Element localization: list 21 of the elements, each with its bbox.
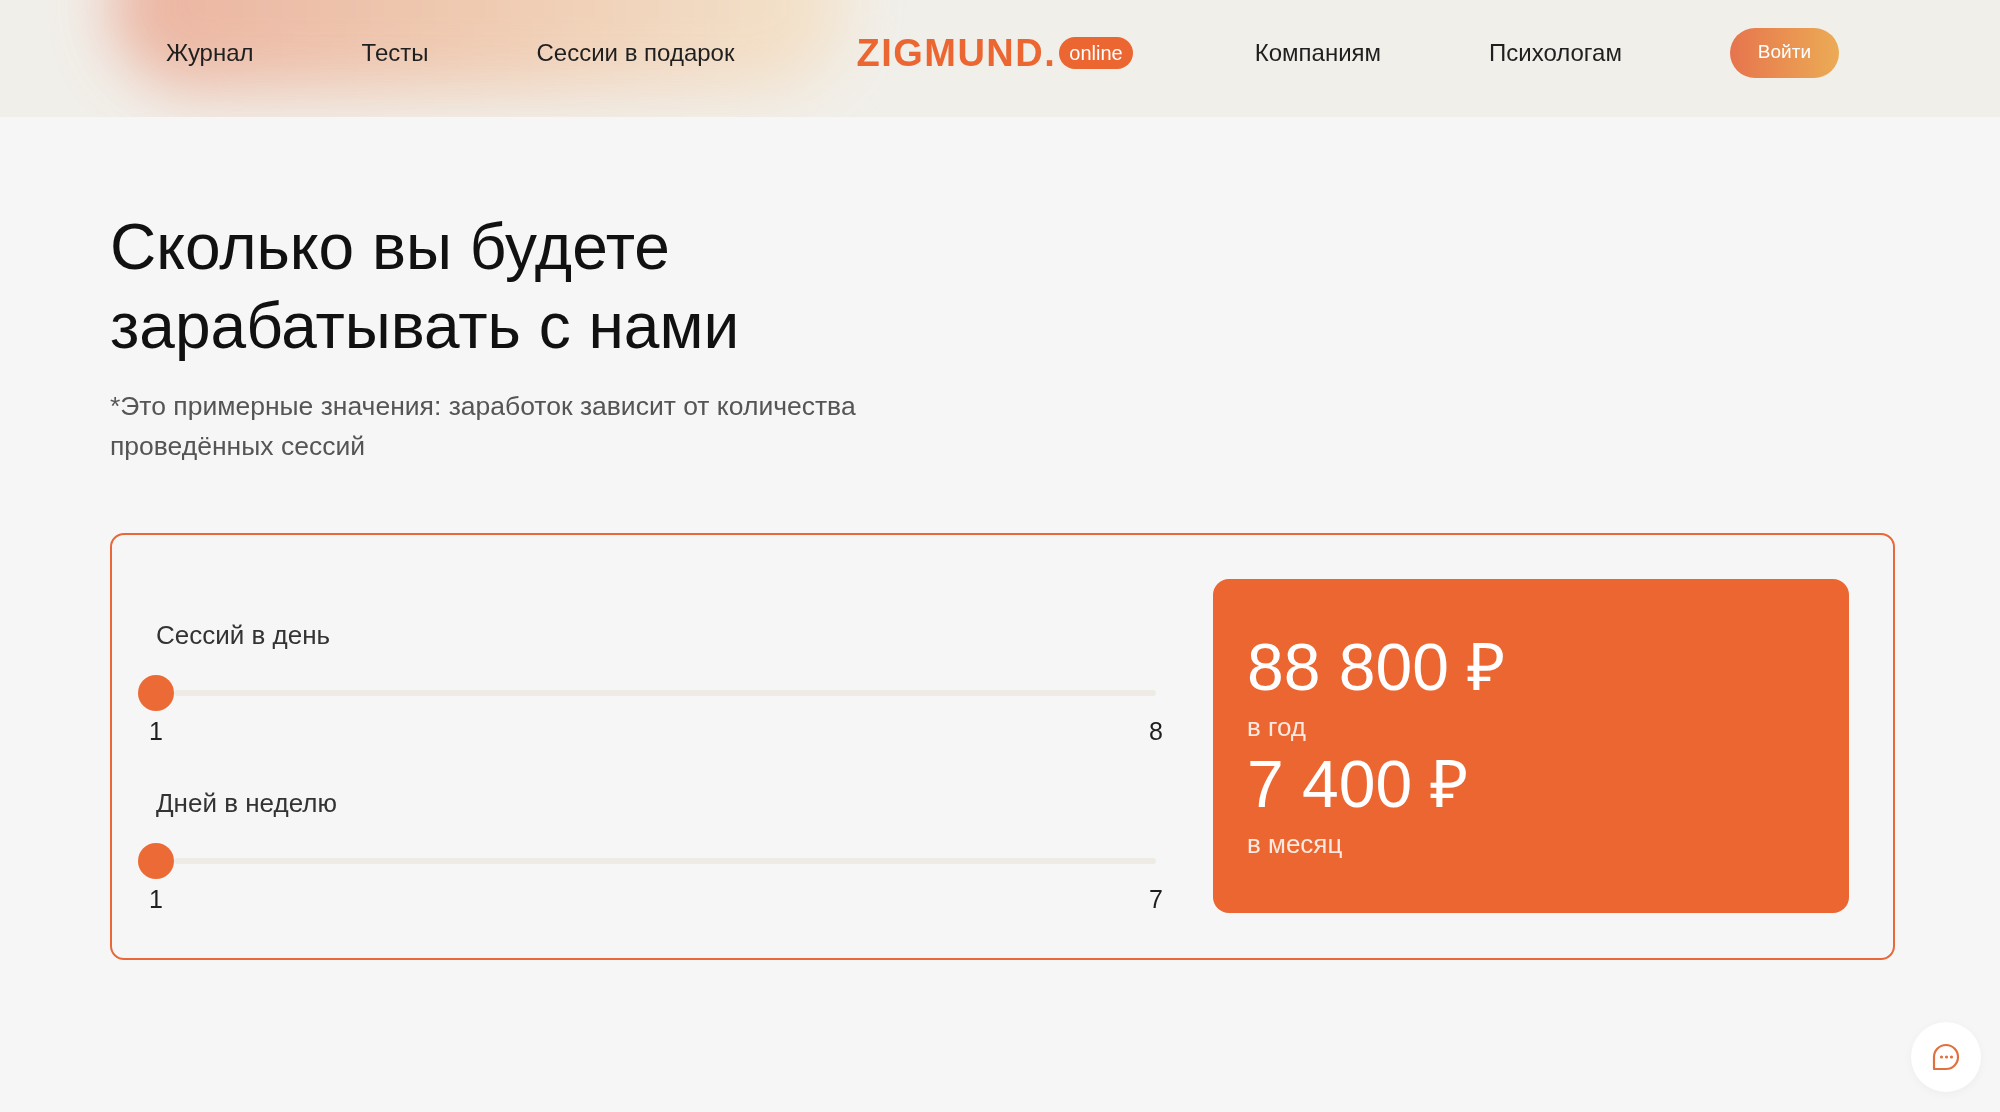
earnings-period: в год [1247,712,1306,742]
slider-min-value: 1 [148,716,164,746]
slider-label: Дней в неделю [156,788,337,818]
nav-link[interactable]: Журнал [166,37,254,68]
disclaimer-text: *Это примерные значения: заработок зависит от количества проведённых сессий [110,390,857,463]
slider-label: Сессий в день [156,620,331,650]
earnings-amount: 7 400 ₽ [1247,749,1469,819]
slider-max-value: 8 [1148,716,1164,746]
nav-link[interactable]: Тесты [361,37,429,68]
nav-link[interactable]: Сессии в подарок [536,37,735,68]
slider-thumb[interactable] [138,675,174,711]
section-heading: Сколько вы будете зарабатывать с нами [110,210,741,364]
slider-min-value: 1 [148,884,164,914]
nav-link[interactable]: Компаниям [1254,37,1382,68]
chat-bubble-icon [1932,1043,1960,1071]
earnings-period: в месяц [1247,829,1343,859]
logo-badge: online [1059,36,1133,69]
nav-link[interactable]: Психологам [1489,37,1622,68]
earnings-amount: 88 800 ₽ [1247,632,1506,702]
slider-max-value: 7 [1148,884,1164,914]
slider-thumb[interactable] [138,843,174,879]
